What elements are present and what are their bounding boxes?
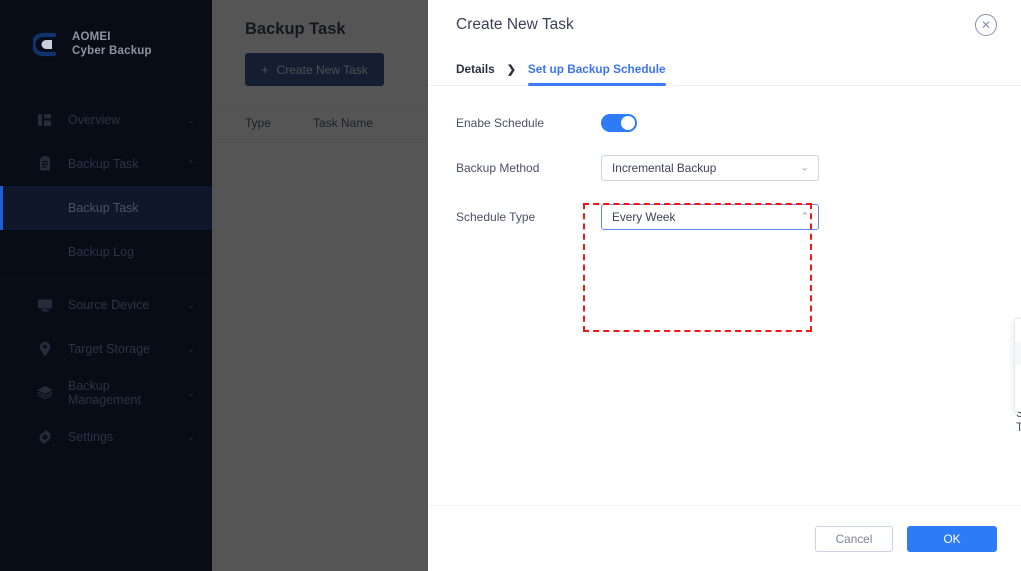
sidebar-item-label: Backup Task (68, 157, 139, 171)
location-pin-icon (36, 340, 54, 358)
schedule-type-select[interactable]: Every Week ⌃ (601, 204, 819, 230)
chevron-up-icon: ⌃ (800, 211, 809, 223)
dashboard-icon (36, 111, 54, 129)
gear-icon (36, 428, 54, 446)
cancel-button[interactable]: Cancel (815, 525, 893, 552)
backup-method-select[interactable]: Incremental Backup ⌄ (601, 155, 819, 181)
chevron-down-icon: ⌄ (187, 343, 195, 354)
chevron-up-icon: ⌃ (187, 158, 195, 169)
sidebar-item-label: Target Storage (68, 342, 150, 356)
monitor-icon (36, 296, 54, 314)
chevron-down-icon: ⌄ (187, 114, 195, 125)
sidebar-item-settings[interactable]: Settings ⌄ (0, 415, 212, 459)
close-circle-icon[interactable]: ✕ (975, 14, 997, 36)
dialog-title: Create New Task (456, 16, 574, 33)
sidebar-item-backup-log[interactable]: Backup Log (0, 230, 212, 274)
chevron-down-icon: ⌄ (187, 431, 195, 442)
brand-text: AOMEI Cyber Backup (72, 30, 152, 58)
brand-logo: AOMEI Cyber Backup (0, 0, 212, 58)
sidebar-item-source-device[interactable]: Source Device ⌄ (0, 283, 212, 327)
dropdown-option-every-month-by-week[interactable]: Every Month (By Week) (1015, 365, 1021, 388)
backup-method-label: Backup Method (456, 161, 540, 175)
backup-method-value: Incremental Backup (612, 161, 717, 175)
sidebar-subitem-label: Backup Task (68, 201, 139, 215)
brand-line1: AOMEI (72, 31, 111, 43)
dialog-header: Create New Task ✕ (428, 0, 1021, 36)
sidebar-item-backup-task-sub[interactable]: Backup Task (0, 186, 212, 230)
backup-method-row: Backup Method Incremental Backup ⌄ (428, 155, 1021, 181)
sidebar-subitem-label: Backup Log (68, 245, 135, 259)
layers-icon (36, 384, 54, 402)
sidebar-item-overview[interactable]: Overview ⌄ (0, 98, 212, 142)
dropdown-option-everyday[interactable]: Everyday (1015, 319, 1021, 342)
sidebar-item-label: Settings (68, 430, 114, 444)
tab-details[interactable]: Details (456, 62, 495, 85)
chevron-down-icon: ⌄ (800, 162, 809, 174)
create-new-task-dialog: Create New Task ✕ Details ❯ Set up Backu… (428, 0, 1021, 571)
dialog-body: Enabe Schedule Backup Method Incremental… (428, 86, 1021, 505)
clipboard-icon (36, 155, 54, 173)
chevron-down-icon: ⌄ (187, 387, 195, 398)
schedule-type-row: Schedule Type Every Week ⌃ (428, 204, 1021, 230)
sidebar-item-backup-task[interactable]: Backup Task ⌃ (0, 142, 212, 186)
sidebar-nav: Overview ⌄ Backup Task ⌃ Backup Task Bac… (0, 98, 212, 459)
schedule-type-value: Every Week (612, 210, 676, 224)
brand-line2: Cyber Backup (72, 45, 152, 57)
schedule-type-dropdown[interactable]: Everyday Every Week Every Month (By Week… (1014, 318, 1021, 412)
sidebar-item-label: Source Device (68, 298, 150, 312)
chevron-down-icon: ⌄ (187, 299, 195, 310)
sidebar: AOMEI Cyber Backup Overview ⌄ Backup Tas… (0, 0, 212, 571)
ok-button[interactable]: OK (907, 525, 997, 552)
dropdown-option-every-month-by-date[interactable]: Every Month (By Date) (1015, 388, 1021, 411)
sidebar-item-target-storage[interactable]: Target Storage ⌄ (0, 327, 212, 371)
aomei-logo-icon (31, 31, 60, 58)
app-root: AOMEI Cyber Backup Overview ⌄ Backup Tas… (0, 0, 1021, 571)
schedule-type-label: Schedule Type (456, 210, 536, 224)
sidebar-item-label: Overview (68, 113, 121, 127)
tab-set-up-backup-schedule[interactable]: Set up Backup Schedule (527, 62, 666, 86)
enable-schedule-toggle[interactable] (601, 114, 637, 132)
dialog-breadcrumb-tabs: Details ❯ Set up Backup Schedule (428, 54, 1021, 86)
chevron-right-icon: ❯ (506, 64, 516, 76)
enable-schedule-label: Enabe Schedule (456, 116, 545, 130)
dialog-footer: Cancel OK (428, 505, 1021, 571)
enable-schedule-row: Enabe Schedule (428, 114, 1021, 132)
sidebar-item-label: Backup Management (68, 379, 141, 407)
toggle-knob (621, 116, 635, 130)
sidebar-item-backup-management[interactable]: Backup Management ⌄ (0, 371, 212, 415)
sidebar-divider (0, 278, 212, 279)
dropdown-option-every-week[interactable]: Every Week (1015, 342, 1021, 365)
